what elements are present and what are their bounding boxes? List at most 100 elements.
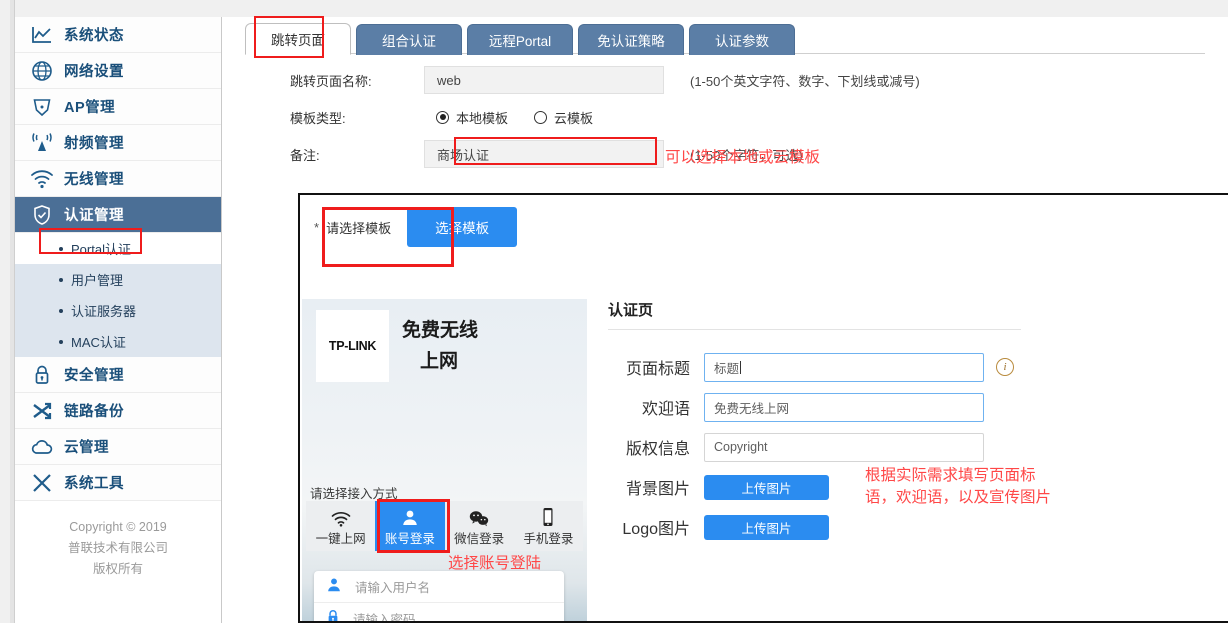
- sidebar-item-network-settings[interactable]: 网络设置: [15, 53, 221, 89]
- password-row[interactable]: 请输入密码: [314, 603, 564, 623]
- tab-combined-auth[interactable]: 组合认证: [356, 24, 462, 55]
- field-row-welcome: 欢迎语 免费无线上网: [608, 387, 1208, 427]
- form-row-template-type: 模板类型: 本地模板 云模板: [222, 99, 1228, 135]
- upload-background-button[interactable]: 上传图片: [704, 474, 829, 500]
- method-label: 微信登录: [454, 532, 505, 546]
- method-label: 一键上网: [315, 532, 366, 546]
- auth-page-settings: 认证页 页面标题 标题 i 欢迎语 免费无线上网 版权信息 Copyright …: [608, 299, 1208, 547]
- sidebar-subitem-label: MAC认证: [71, 335, 126, 350]
- tab-remote-portal[interactable]: 远程Portal: [467, 24, 573, 55]
- radio-selected-icon: [436, 110, 449, 124]
- sidebar: 系统状态 网络设置 AP管理 射频管理 无线管理 认证管理 Portal认证 用…: [15, 17, 222, 623]
- sidebar-item-label: 云管理: [64, 440, 109, 456]
- title-divider: [608, 329, 1021, 330]
- logo-image-label: Logo图片: [622, 521, 690, 538]
- field-row-page-title: 页面标题 标题 i: [608, 347, 1208, 387]
- sidebar-subitem-label: Portal认证: [71, 242, 131, 257]
- tab-label: 远程Portal: [488, 34, 552, 49]
- remark-input[interactable]: 商场认证: [424, 140, 664, 168]
- copyright-info-input[interactable]: Copyright: [704, 432, 984, 462]
- choose-method-label: 请选择接入方式: [310, 487, 398, 501]
- tab-auth-params[interactable]: 认证参数: [689, 24, 795, 55]
- hero-line-2: 上网: [420, 351, 459, 372]
- copyright: Copyright © 2019 普联技术有限公司 版权所有: [15, 517, 221, 580]
- wifi-icon: [29, 166, 55, 192]
- sidebar-item-user-management[interactable]: 用户管理: [15, 264, 221, 295]
- bullet-icon: [59, 277, 63, 282]
- info-icon[interactable]: i: [996, 358, 1014, 376]
- sidebar-item-link-backup[interactable]: 链路备份: [15, 393, 221, 429]
- method-wechat-login[interactable]: 微信登录: [445, 501, 514, 551]
- page-name-input[interactable]: web: [424, 66, 664, 94]
- tab-bar: 跳转页面 组合认证 远程Portal 免认证策略 认证参数: [245, 23, 800, 55]
- copyright-line-3: 版权所有: [92, 562, 143, 576]
- sidebar-item-auth-management[interactable]: 认证管理: [15, 197, 221, 233]
- preview-logo: TP-LINK: [316, 310, 389, 382]
- sidebar-submenu: Portal认证 用户管理 认证服务器 MAC认证: [15, 233, 221, 357]
- annotation-account-login: 选择账号登陆: [448, 555, 542, 572]
- remark-label: 备注:: [290, 147, 320, 163]
- radio-label: 云模板: [554, 110, 594, 126]
- sidebar-item-system-status[interactable]: 系统状态: [15, 17, 221, 53]
- radio-unselected-icon: [534, 110, 548, 124]
- sidebar-subitem-label: 用户管理: [71, 273, 124, 288]
- sidebar-item-label: 链路备份: [64, 404, 124, 420]
- template-type-label: 模板类型:: [290, 110, 346, 126]
- shield-check-icon: [29, 202, 55, 228]
- method-account-login[interactable]: 账号登录: [375, 501, 445, 551]
- logo-text: TP-LINK: [328, 339, 377, 353]
- annotation-right-form: 根据实际需求填写页面标 语，欢迎语，以及宣传图片: [865, 467, 1052, 506]
- wechat-icon: [468, 505, 490, 527]
- tab-label: 组合认证: [382, 34, 436, 49]
- page-title-input[interactable]: 标题: [704, 352, 984, 382]
- upload-logo-button[interactable]: 上传图片: [704, 514, 829, 540]
- sidebar-item-label: 无线管理: [64, 172, 124, 188]
- tab-jump-page[interactable]: 跳转页面: [245, 23, 351, 55]
- bullet-icon: [59, 246, 63, 251]
- method-one-key-online[interactable]: 一键上网: [306, 501, 375, 551]
- password-placeholder: 请输入密码: [353, 613, 416, 623]
- antenna-icon: [29, 130, 55, 156]
- template-picker-label: 请选择模板: [326, 220, 392, 236]
- tab-label: 跳转页面: [271, 33, 325, 48]
- welcome-input[interactable]: 免费无线上网: [704, 392, 984, 422]
- sidebar-item-security-management[interactable]: 安全管理: [15, 357, 221, 393]
- page-name-hint: (1-50个英文字符、数字、下划线或减号): [690, 73, 920, 89]
- method-label: 手机登录: [523, 532, 574, 546]
- field-row-copyright: 版权信息 Copyright: [608, 427, 1208, 467]
- tools-icon: [29, 470, 55, 496]
- copyright-line-1: Copyright © 2019: [69, 520, 167, 534]
- tab-label: 认证参数: [715, 34, 769, 49]
- sidebar-item-wireless-management[interactable]: 无线管理: [15, 161, 221, 197]
- sidebar-item-radio-management[interactable]: 射频管理: [15, 125, 221, 161]
- username-row[interactable]: 请输入用户名: [314, 571, 564, 603]
- sidebar-item-system-tools[interactable]: 系统工具: [15, 465, 221, 501]
- sidebar-item-label: 网络设置: [64, 64, 124, 80]
- window-top-band: [0, 0, 1228, 18]
- auth-page-title: 认证页: [608, 302, 654, 319]
- form-row-page-name: 跳转页面名称: web (1-50个英文字符、数字、下划线或减号): [222, 62, 1228, 98]
- sidebar-item-portal-auth[interactable]: Portal认证: [15, 233, 221, 264]
- page-title-label: 页面标题: [625, 361, 690, 378]
- radio-local-template[interactable]: 本地模板: [436, 108, 508, 127]
- cloud-icon: [29, 434, 55, 460]
- username-placeholder: 请输入用户名: [355, 581, 431, 595]
- copyright-info-label: 版权信息: [625, 441, 690, 458]
- method-phone-login[interactable]: 手机登录: [514, 501, 583, 551]
- preview-hero-text: 免费无线 上网: [402, 315, 478, 377]
- chart-line-icon: [29, 22, 55, 48]
- sidebar-item-label: 系统工具: [64, 476, 124, 492]
- tab-auth-free-policy[interactable]: 免认证策略: [578, 24, 684, 55]
- wifi-icon: [331, 505, 351, 527]
- globe-icon: [29, 58, 55, 84]
- bullet-icon: [59, 308, 63, 313]
- sidebar-item-ap-management[interactable]: AP管理: [15, 89, 221, 125]
- copyright-line-2: 普联技术有限公司: [67, 541, 168, 555]
- radio-cloud-template[interactable]: 云模板: [534, 108, 593, 127]
- sidebar-item-auth-server[interactable]: 认证服务器: [15, 295, 221, 326]
- user-icon: [401, 505, 419, 527]
- sidebar-item-label: 系统状态: [64, 28, 124, 44]
- sidebar-item-cloud-management[interactable]: 云管理: [15, 429, 221, 465]
- select-template-button[interactable]: 选择模板: [407, 207, 518, 247]
- sidebar-item-mac-auth[interactable]: MAC认证: [15, 326, 221, 357]
